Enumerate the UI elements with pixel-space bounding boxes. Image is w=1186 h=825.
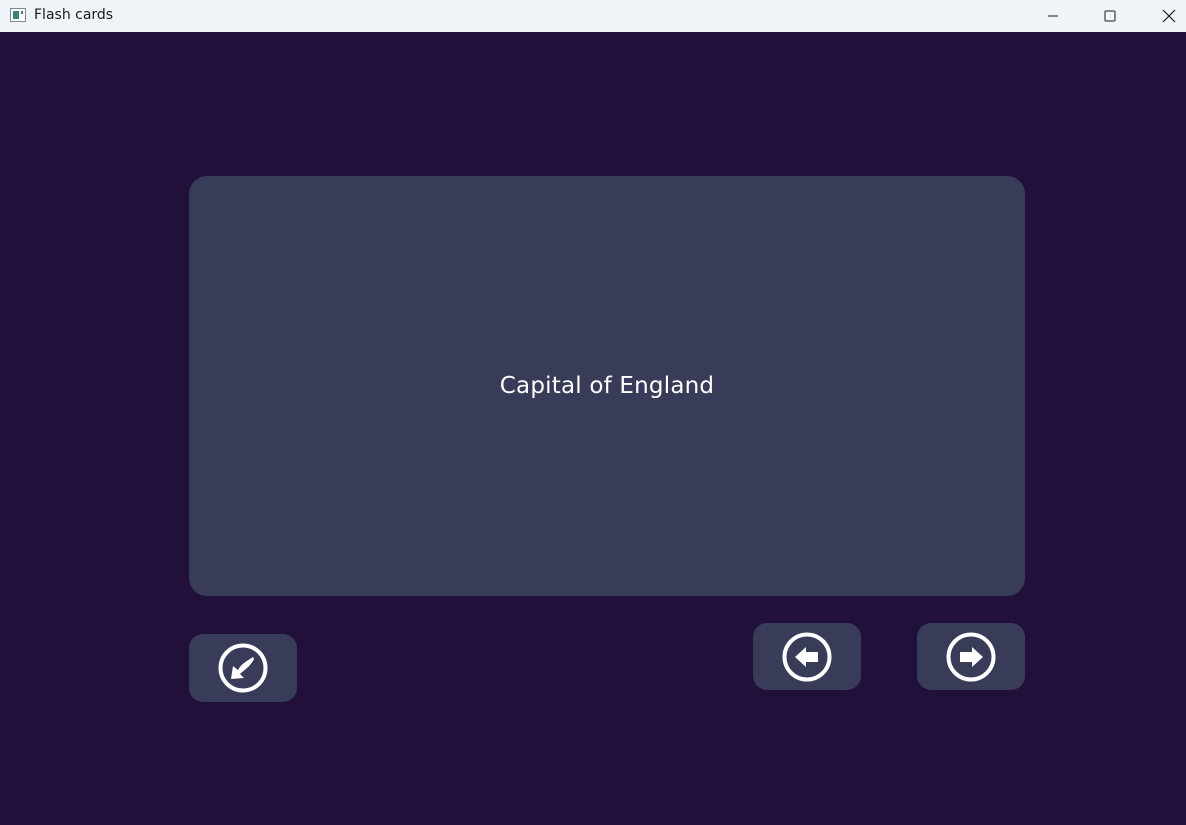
maximize-button[interactable]	[1087, 0, 1133, 32]
next-card-button[interactable]	[917, 623, 1025, 690]
back-button[interactable]	[189, 634, 297, 702]
close-icon	[1162, 9, 1176, 23]
maximize-icon	[1104, 10, 1116, 22]
app-window: Flash cards Capital of England	[0, 0, 1186, 825]
app-window-icon	[10, 7, 26, 22]
arrow-left-circle-icon	[782, 632, 832, 681]
minimize-button[interactable]	[1030, 0, 1076, 32]
close-button[interactable]	[1146, 0, 1186, 32]
window-title: Flash cards	[34, 7, 114, 23]
flash-card[interactable]: Capital of England	[189, 176, 1025, 596]
minimize-icon	[1048, 15, 1058, 17]
arrow-right-circle-icon	[946, 632, 996, 681]
return-arrow-icon	[218, 643, 268, 693]
title-bar[interactable]: Flash cards	[0, 0, 1186, 32]
previous-card-button[interactable]	[753, 623, 861, 690]
flash-card-text: Capital of England	[499, 373, 715, 399]
